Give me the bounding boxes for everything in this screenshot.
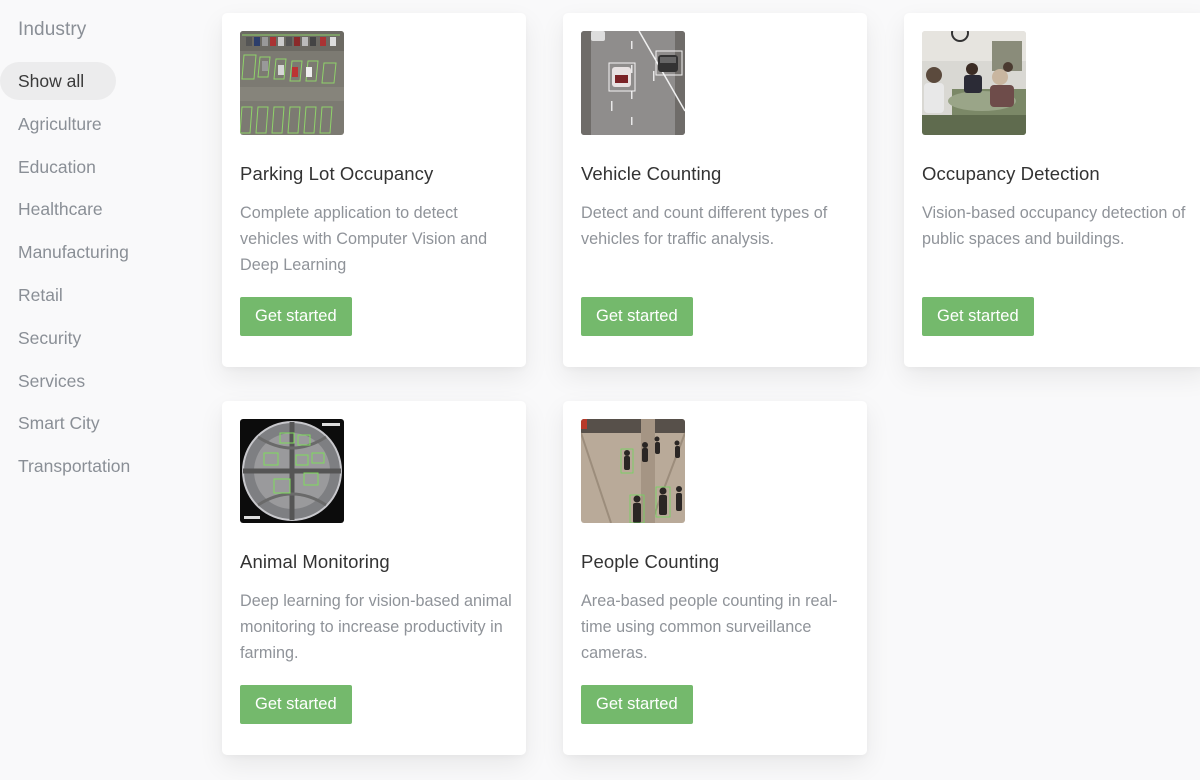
solution-card-people-counting[interactable]: People Counting Area-based people counti… (563, 401, 867, 755)
filter-transportation[interactable]: Transportation (0, 447, 200, 485)
card-description: Deep learning for vision-based animal mo… (240, 592, 512, 662)
highway-traffic-image (581, 31, 685, 135)
filter-services[interactable]: Services (0, 362, 200, 400)
filter-smart-city[interactable]: Smart City (0, 404, 200, 442)
get-started-button[interactable]: Get started (240, 685, 352, 724)
card-description: Area-based people counting in real-time … (581, 592, 838, 662)
office-meeting-image (922, 31, 1026, 135)
filter-education[interactable]: Education (0, 148, 200, 186)
card-title: Animal Monitoring (240, 551, 390, 572)
filter-retail[interactable]: Retail (0, 276, 200, 314)
card-title: Occupancy Detection (922, 163, 1100, 184)
parking-lot-thumbnail (240, 31, 344, 135)
filter-healthcare[interactable]: Healthcare (0, 190, 200, 228)
card-title: People Counting (581, 551, 720, 572)
occupancy-detection-thumbnail (922, 31, 1026, 135)
get-started-button[interactable]: Get started (581, 685, 693, 724)
solution-card-animal-monitoring[interactable]: Animal Monitoring Deep learning for visi… (222, 401, 526, 755)
filter-agriculture[interactable]: Agriculture (0, 105, 200, 143)
solution-card-vehicle-counting[interactable]: Vehicle Counting Detect and count differ… (563, 13, 867, 367)
people-counting-thumbnail (581, 419, 685, 523)
card-title: Vehicle Counting (581, 163, 722, 184)
filter-show-all[interactable]: Show all (0, 62, 116, 100)
parking-lot-aerial-image (240, 31, 344, 135)
industry-filter-list: Show all Agriculture Education Healthcar… (0, 62, 200, 490)
fisheye-barn-camera-image (240, 419, 344, 523)
get-started-button[interactable]: Get started (240, 297, 352, 336)
page: Industry Show all Agriculture Education … (0, 0, 1200, 780)
pedestrian-walkway-image (581, 419, 685, 523)
card-title: Parking Lot Occupancy (240, 163, 434, 184)
get-started-button[interactable]: Get started (581, 297, 693, 336)
card-description: Complete application to detect vehicles … (240, 204, 488, 274)
get-started-button[interactable]: Get started (922, 297, 1034, 336)
filter-manufacturing[interactable]: Manufacturing (0, 233, 200, 271)
sidebar-title: Industry (18, 19, 87, 40)
solution-card-parking-lot[interactable]: Parking Lot Occupancy Complete applicati… (222, 13, 526, 367)
animal-monitoring-thumbnail (240, 419, 344, 523)
vehicle-counting-thumbnail (581, 31, 685, 135)
solution-card-occupancy-detection[interactable]: Occupancy Detection Vision-based occupan… (904, 13, 1200, 367)
card-description: Detect and count different types of vehi… (581, 204, 828, 248)
filter-security[interactable]: Security (0, 319, 200, 357)
card-description: Vision-based occupancy detection of publ… (922, 204, 1186, 248)
